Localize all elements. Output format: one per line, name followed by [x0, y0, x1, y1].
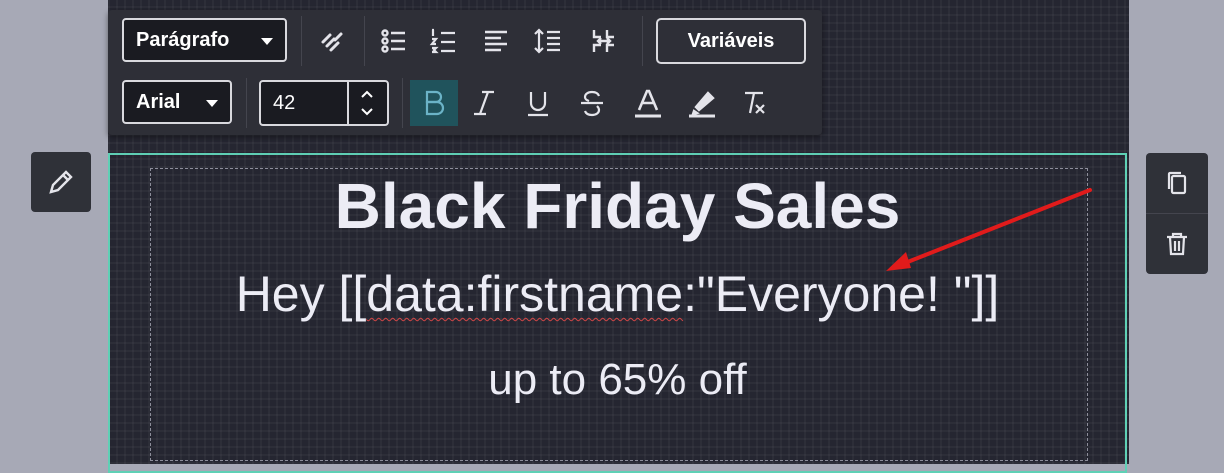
highlight-icon [689, 91, 715, 118]
numbered-list-icon [429, 28, 455, 54]
bulleted-list-button[interactable] [372, 20, 416, 62]
italic-button[interactable] [462, 82, 506, 124]
italic-icon [474, 90, 494, 116]
block-actions [1146, 153, 1208, 274]
align-button[interactable] [474, 20, 518, 62]
toolbar-row-2: Arial 42 [108, 72, 822, 134]
font-family-select[interactable]: Arial [122, 80, 232, 124]
block-type-value: Parágrafo [136, 29, 230, 51]
toolbar-divider [246, 78, 247, 128]
line-height-button[interactable] [526, 20, 570, 62]
personalization-variable: data:firstname [366, 266, 684, 322]
align-left-icon [485, 30, 507, 52]
toolbar-divider [642, 16, 643, 66]
font-color-icon [635, 89, 661, 118]
greeting-prefix: Hey [[ [235, 266, 367, 322]
underline-icon [528, 92, 548, 117]
text-direction-icon [592, 30, 614, 52]
highlight-button[interactable] [680, 82, 724, 124]
strikethrough-icon [581, 90, 603, 117]
unlink-button[interactable] [310, 20, 354, 62]
duplicate-block-button[interactable] [1146, 153, 1208, 213]
bold-button[interactable] [410, 80, 458, 126]
chevron-down-icon [261, 38, 273, 45]
numbered-list-button[interactable] [422, 20, 466, 62]
edit-block-button[interactable] [31, 152, 91, 212]
text-direction-button[interactable] [582, 20, 626, 62]
toolbar-divider [301, 16, 302, 66]
pencil-icon [49, 170, 73, 194]
variables-label: Variáveis [687, 29, 775, 52]
delete-block-button[interactable] [1146, 214, 1208, 274]
font-size-stepper[interactable]: 42 [259, 80, 389, 126]
clear-formatting-button[interactable] [732, 82, 776, 124]
block-type-select[interactable]: Parágrafo [122, 18, 287, 62]
text-formatting-toolbar: Parágrafo Variáveis Arial 42 [108, 10, 822, 135]
underline-button[interactable] [516, 82, 560, 124]
font-size-stepper-controls [347, 82, 387, 124]
variables-button[interactable]: Variáveis [656, 18, 806, 64]
clear-formatting-icon [745, 91, 765, 114]
bulleted-list-icon [381, 29, 405, 53]
toolbar-divider [364, 16, 365, 66]
font-size-value: 42 [273, 92, 296, 114]
strikethrough-button[interactable] [570, 82, 614, 124]
greeting-line: Hey [[data:firstname:"Everyone! "]] [110, 264, 1125, 324]
toolbar-divider [402, 78, 403, 128]
chevron-down-icon[interactable] [360, 105, 374, 119]
offer-line: up to 65% off [488, 355, 747, 404]
headline: Black Friday Sales [334, 170, 901, 242]
chevron-down-icon [206, 100, 218, 107]
line-height-icon [534, 28, 560, 54]
unlink-icon [321, 32, 343, 52]
chevron-up-icon[interactable] [360, 87, 374, 101]
font-family-value: Arial [136, 91, 181, 113]
trash-icon [1167, 232, 1187, 256]
toolbar-row-1: Parágrafo Variáveis [108, 10, 822, 72]
copy-icon [1167, 171, 1187, 195]
greeting-suffix: :"Everyone! "]] [683, 266, 1000, 322]
bold-icon [425, 90, 445, 116]
font-color-button[interactable] [626, 82, 670, 124]
